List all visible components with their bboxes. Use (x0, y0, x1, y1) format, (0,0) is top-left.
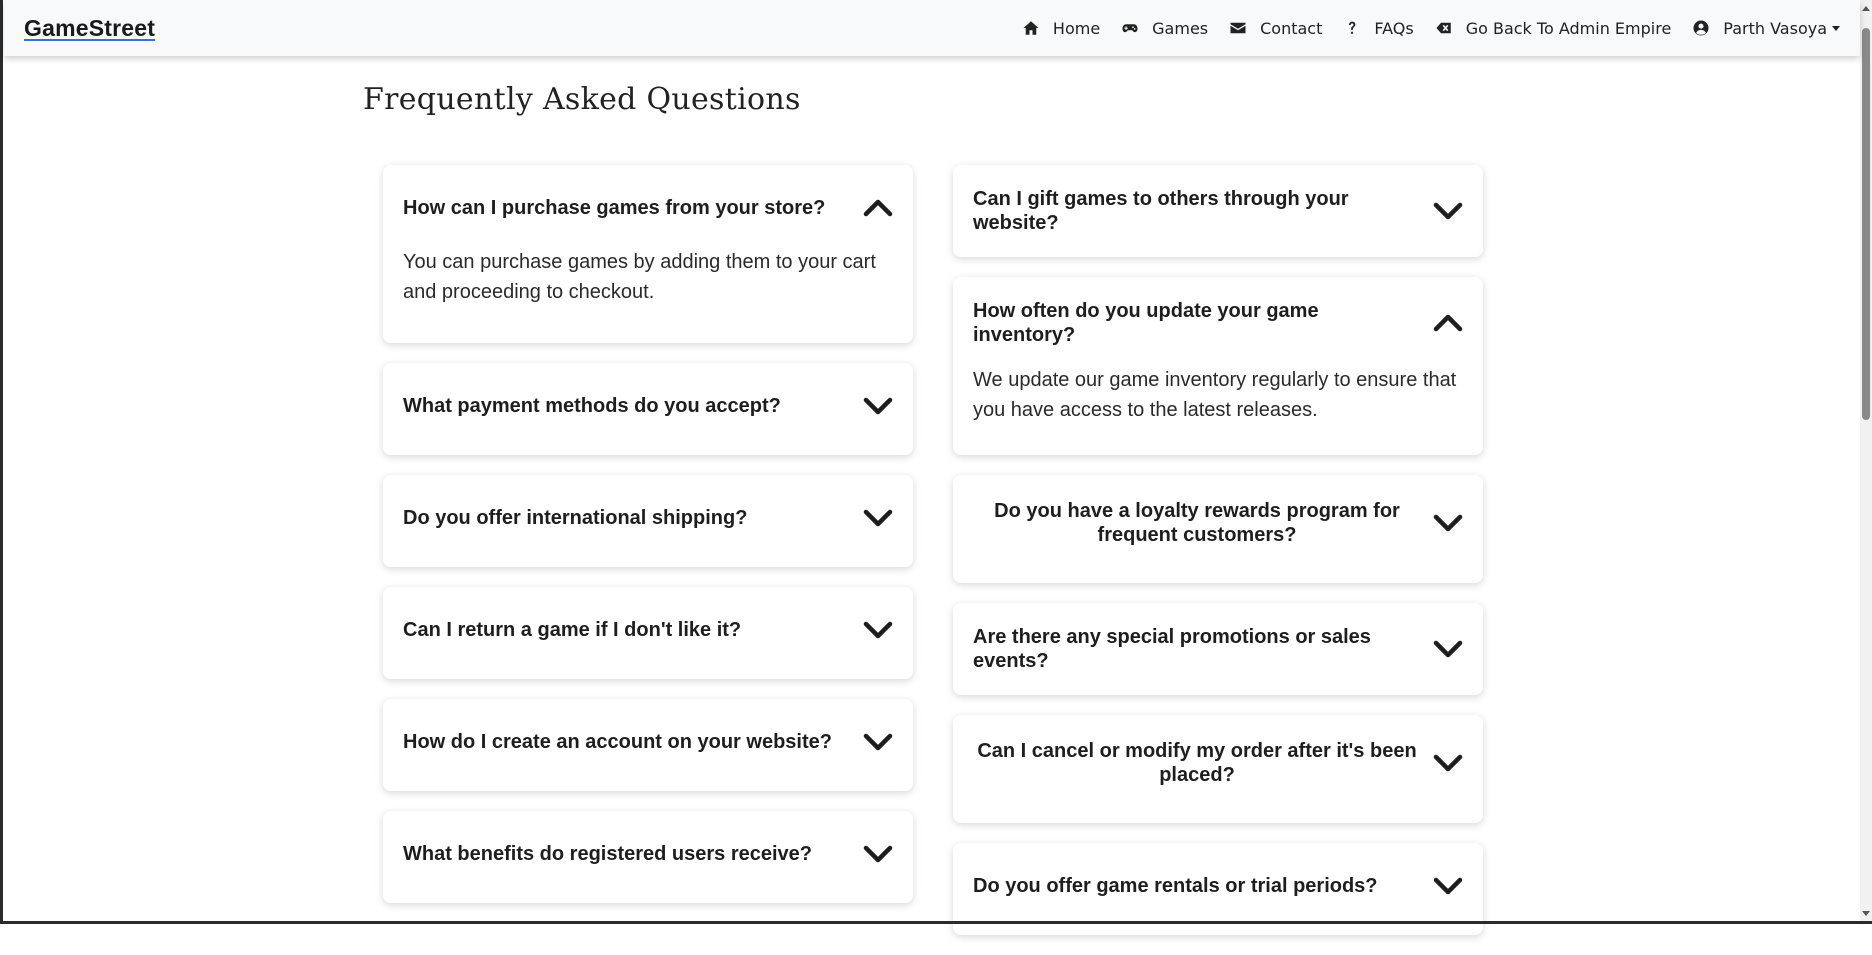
faq-card: Do you offer game rentals or trial perio… (953, 843, 1483, 935)
nav-item-faqs[interactable]: FAQs (1342, 0, 1414, 56)
faq-header[interactable]: Can I cancel or modify my order after it… (973, 735, 1463, 791)
nav-menu: Home Games Contact FAQs Go Back To Admin… (1001, 0, 1840, 56)
chevron-down-icon[interactable] (1433, 752, 1463, 774)
faq-header[interactable]: Do you have a loyalty rewards program fo… (973, 495, 1463, 551)
faq-question: How can I purchase games from your store… (403, 197, 826, 219)
chevron-down-icon[interactable] (1433, 200, 1463, 222)
page-title: Frequently Asked Questions (363, 82, 801, 117)
nav-item-label: Go Back To Admin Empire (1465, 18, 1672, 38)
faq-card: How often do you update your game invent… (953, 277, 1483, 455)
chevron-down-icon[interactable] (863, 843, 893, 865)
brand-logo-link[interactable]: GameStreet (24, 15, 155, 42)
faq-card: How do I create an account on your websi… (383, 699, 913, 791)
faq-header[interactable]: Can I return a game if I don't like it? (403, 609, 893, 651)
user-circle-icon (1691, 18, 1711, 38)
backspace-icon (1434, 18, 1454, 38)
chevron-down-icon[interactable] (863, 507, 893, 529)
faq-question: What payment methods do you accept? (403, 395, 781, 417)
top-navbar: GameStreet Home Games Contact FAQs Go Ba… (4, 0, 1860, 56)
question-icon (1342, 18, 1362, 38)
caret-down-icon (1832, 25, 1840, 31)
scrollbar-thumb[interactable] (1862, 28, 1870, 420)
scroll-up-arrow-icon[interactable] (1862, 6, 1870, 11)
nav-item-label: Home (1052, 18, 1101, 38)
chevron-down-icon[interactable] (863, 395, 893, 417)
faq-question: Are there any special promotions or sale… (973, 626, 1371, 672)
faq-card: Do you have a loyalty rewards program fo… (953, 475, 1483, 583)
chevron-up-icon[interactable] (863, 197, 893, 219)
faq-answer: We update our game inventory regularly t… (973, 369, 1457, 421)
chevron-down-icon[interactable] (863, 731, 893, 753)
chevron-down-icon[interactable] (1433, 512, 1463, 534)
faq-header[interactable]: How do I create an account on your websi… (403, 721, 893, 763)
faq-header[interactable]: Do you offer international shipping? (403, 497, 893, 539)
faq-card: Can I gift games to others through your … (953, 165, 1483, 257)
faq-question: Do you have a loyalty rewards program fo… (994, 500, 1400, 546)
faq-card: How can I purchase games from your store… (383, 165, 913, 343)
window-frame (0, 0, 1872, 924)
chevron-up-icon[interactable] (1433, 312, 1463, 334)
faq-header[interactable]: Can I gift games to others through your … (973, 187, 1463, 235)
gamepad-icon (1120, 18, 1140, 38)
nav-item-home[interactable]: Home (1021, 0, 1100, 56)
faq-card: Can I return a game if I don't like it? (383, 587, 913, 679)
faq-header[interactable]: What payment methods do you accept? (403, 385, 893, 427)
faq-card: What benefits do registered users receiv… (383, 811, 913, 903)
faq-question: How do I create an account on your websi… (403, 731, 832, 753)
nav-item-admin[interactable]: Go Back To Admin Empire (1434, 0, 1672, 56)
scroll-down-arrow-icon[interactable] (1862, 911, 1870, 916)
faq-question: Can I cancel or modify my order after it… (977, 740, 1417, 786)
faq-header[interactable]: What benefits do registered users receiv… (403, 833, 893, 875)
faq-question: How often do you update your game invent… (973, 300, 1319, 346)
nav-item-games[interactable]: Games (1120, 0, 1208, 56)
envelope-icon (1228, 18, 1248, 38)
faq-question: Can I gift games to others through your … (973, 188, 1349, 234)
faq-header[interactable]: How often do you update your game invent… (973, 299, 1463, 347)
faq-card: Are there any special promotions or sale… (953, 603, 1483, 695)
faq-question: Can I return a game if I don't like it? (403, 619, 742, 641)
nav-item-label: Contact (1260, 18, 1323, 38)
chevron-down-icon[interactable] (1433, 875, 1463, 897)
faq-card: Do you offer international shipping? (383, 475, 913, 567)
faq-header[interactable]: Are there any special promotions or sale… (973, 625, 1463, 673)
chevron-down-icon[interactable] (863, 619, 893, 641)
faq-column-left: How can I purchase games from your store… (383, 165, 913, 923)
chevron-down-icon[interactable] (1433, 638, 1463, 660)
nav-item-contact[interactable]: Contact (1228, 0, 1322, 56)
faq-question: Do you offer international shipping? (403, 507, 748, 529)
faq-answer: You can purchase games by adding them to… (403, 251, 876, 303)
nav-user-dropdown[interactable]: Parth Vasoya (1691, 0, 1840, 56)
home-icon (1021, 18, 1041, 38)
nav-user-label: Parth Vasoya (1723, 18, 1827, 38)
nav-item-label: Games (1152, 18, 1209, 38)
faq-question: Do you offer game rentals or trial perio… (973, 875, 1378, 897)
faq-card: What payment methods do you accept? (383, 363, 913, 455)
nav-item-label: FAQs (1374, 18, 1414, 38)
faq-card: Can I cancel or modify my order after it… (953, 715, 1483, 823)
page-scrollbar[interactable] (1860, 0, 1872, 924)
faq-column-right: Can I gift games to others through your … (953, 165, 1483, 955)
faq-header[interactable]: How can I purchase games from your store… (403, 187, 893, 229)
faq-header[interactable]: Do you offer game rentals or trial perio… (973, 865, 1463, 907)
faq-question: What benefits do registered users receiv… (403, 843, 813, 865)
